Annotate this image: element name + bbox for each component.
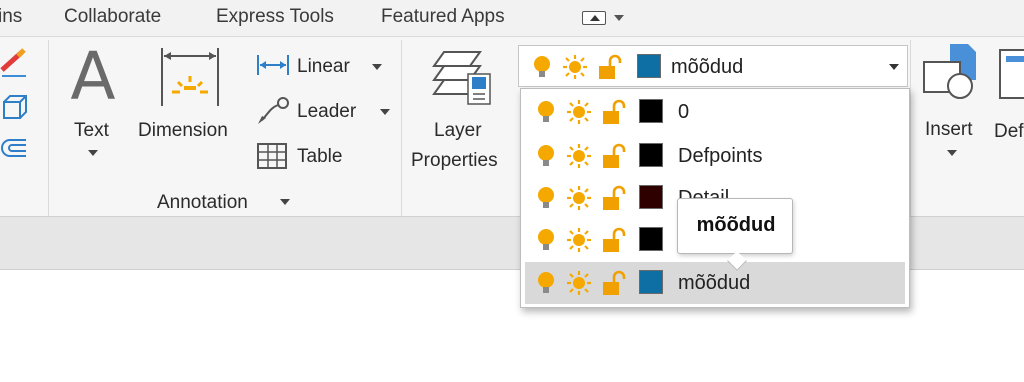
box-3d-icon[interactable] xyxy=(3,95,27,119)
pencil-icon[interactable] xyxy=(0,48,26,77)
insert-button-label[interactable]: Insert xyxy=(925,119,973,141)
tab-express-tools[interactable]: Express Tools xyxy=(216,6,334,28)
layer-dropdown[interactable]: mõõdud xyxy=(518,45,908,87)
sun-thaw-icon[interactable] xyxy=(566,99,592,125)
define-button-label[interactable]: Def xyxy=(994,121,1024,143)
layer-properties-label-line2[interactable]: Properties xyxy=(411,150,498,172)
leader-icon xyxy=(258,97,289,124)
chevron-down-icon xyxy=(614,15,624,21)
panel-separator xyxy=(401,40,402,216)
chevron-down-icon[interactable] xyxy=(280,199,290,205)
layer-row-defpoints[interactable]: Defpoints xyxy=(525,135,905,177)
panel-separator xyxy=(48,40,49,216)
sun-thaw-icon[interactable] xyxy=(566,270,592,296)
current-layer-name: mõõdud xyxy=(671,56,744,78)
insert-block-icon[interactable] xyxy=(920,42,980,106)
layer-name: mõõdud xyxy=(678,272,751,294)
sun-thaw-icon[interactable] xyxy=(566,185,592,211)
layer-color-swatch[interactable] xyxy=(639,99,663,123)
layer-properties-label-line1[interactable]: Layer xyxy=(434,120,482,142)
dimension-button-label[interactable]: Dimension xyxy=(138,120,228,142)
lock-open-icon[interactable] xyxy=(600,99,626,125)
lock-open-icon[interactable] xyxy=(596,54,622,80)
draw-tools-partial[interactable] xyxy=(0,48,32,168)
define-attributes-icon[interactable] xyxy=(996,42,1024,106)
offset-icon[interactable] xyxy=(1,139,26,157)
layer-color-swatch[interactable] xyxy=(639,143,663,167)
layer-name: Defpoints xyxy=(678,145,763,167)
lightbulb-on-icon[interactable] xyxy=(533,185,559,211)
ribbon-minimize-button[interactable] xyxy=(582,9,628,27)
table-icon xyxy=(257,143,287,169)
layer-color-swatch[interactable] xyxy=(639,270,663,294)
layer-row-moodud[interactable]: mõõdud xyxy=(525,262,905,304)
lightbulb-on-icon[interactable] xyxy=(533,143,559,169)
table-button[interactable]: Table xyxy=(297,146,342,168)
lock-open-icon[interactable] xyxy=(600,227,626,253)
chevron-down-icon[interactable] xyxy=(372,64,382,70)
panel-separator xyxy=(910,40,911,216)
layer-color-swatch[interactable] xyxy=(639,185,663,209)
sun-thaw-icon[interactable] xyxy=(562,54,588,80)
annotation-panel-title[interactable]: Annotation xyxy=(157,192,248,214)
lock-open-icon[interactable] xyxy=(600,143,626,169)
lightbulb-on-icon[interactable] xyxy=(533,227,559,253)
lock-open-icon[interactable] xyxy=(600,270,626,296)
chevron-down-icon[interactable] xyxy=(88,150,98,156)
layer-name-tooltip: mõõdud xyxy=(677,198,793,271)
ribbon-tab-bar: ins Collaborate Express Tools Featured A… xyxy=(0,0,1024,36)
tab-featured-apps[interactable]: Featured Apps xyxy=(381,6,505,28)
layer-color-swatch[interactable] xyxy=(639,227,663,251)
dimension-icon[interactable] xyxy=(158,46,222,110)
chevron-down-icon[interactable] xyxy=(380,109,390,115)
tab-plugins[interactable]: ins xyxy=(0,6,22,28)
layer-color-swatch[interactable] xyxy=(637,54,661,78)
sun-thaw-icon[interactable] xyxy=(566,143,592,169)
lock-open-icon[interactable] xyxy=(600,185,626,211)
chevron-down-icon[interactable] xyxy=(947,150,957,156)
layer-name: 0 xyxy=(678,101,690,123)
layer-properties-icon[interactable] xyxy=(430,44,492,110)
panel-toggle-icon xyxy=(582,11,606,25)
tooltip-text: mõõdud xyxy=(696,214,776,236)
layer-row-0[interactable]: 0 xyxy=(525,91,905,133)
linear-button[interactable]: Linear xyxy=(297,56,350,78)
text-icon[interactable]: A xyxy=(64,42,122,112)
lightbulb-on-icon[interactable] xyxy=(529,54,555,80)
lightbulb-on-icon[interactable] xyxy=(533,270,559,296)
sun-thaw-icon[interactable] xyxy=(566,227,592,253)
tab-collaborate[interactable]: Collaborate xyxy=(64,6,161,28)
leader-button[interactable]: Leader xyxy=(297,101,356,123)
chevron-down-icon[interactable] xyxy=(889,64,899,70)
linear-dimension-icon xyxy=(257,55,289,75)
text-button-label[interactable]: Text xyxy=(74,120,109,142)
lightbulb-on-icon[interactable] xyxy=(533,99,559,125)
